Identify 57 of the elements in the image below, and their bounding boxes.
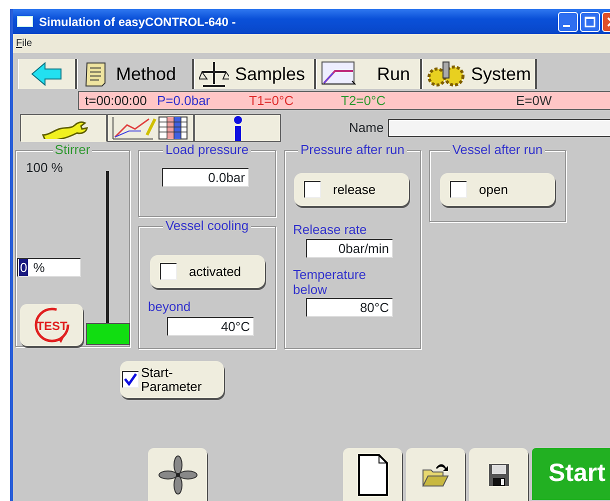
stirrer-input[interactable]: 0 % <box>17 258 81 276</box>
back-arrow-icon <box>30 61 64 87</box>
tab[interactable] <box>194 114 281 142</box>
slider-thumb[interactable] <box>86 323 130 345</box>
document-icon <box>356 452 388 496</box>
name-label: Name <box>349 119 384 138</box>
tab[interactable]: System <box>422 59 537 89</box>
group-title: Vessel cooling <box>163 218 251 234</box>
gears-icon <box>427 60 465 88</box>
temperature-field[interactable]: 40°C <box>167 317 254 336</box>
checkbox[interactable] <box>160 263 177 280</box>
group-title: Load pressure <box>163 142 251 158</box>
checkbox[interactable] <box>122 371 139 388</box>
new-button[interactable] <box>343 448 402 501</box>
status-text: E=0W <box>516 92 553 110</box>
maximize-button[interactable] <box>580 12 600 32</box>
status-text: t=00:00:00 <box>85 92 148 110</box>
name-field[interactable] <box>388 119 610 137</box>
checkbox[interactable] <box>304 181 321 198</box>
floppy-icon <box>488 462 510 486</box>
minimize-button[interactable] <box>558 12 578 32</box>
status-text: T2=0°C <box>341 92 387 110</box>
open-button[interactable] <box>406 448 465 501</box>
tab[interactable] <box>20 114 107 142</box>
max-label: 100 % <box>26 159 63 177</box>
status-text: T1=0°C <box>249 92 295 110</box>
ramp-chart-icon <box>321 61 357 87</box>
open-toggle[interactable]: open <box>440 173 555 206</box>
test-button[interactable]: TEST <box>20 304 83 346</box>
rate-field[interactable]: 0bar/min <box>306 239 393 258</box>
chart-table-icon <box>110 115 190 141</box>
folder-icon <box>422 462 450 488</box>
fan-button[interactable] <box>148 448 207 501</box>
checkbox[interactable] <box>450 181 467 198</box>
temperature-field[interactable]: 80°C <box>306 298 393 317</box>
minimize-icon <box>562 24 570 26</box>
back-tab[interactable] <box>18 59 77 89</box>
release-rate-label: Release rate <box>293 222 367 237</box>
activated-toggle[interactable]: activated <box>150 255 265 288</box>
save-button[interactable] <box>469 448 528 501</box>
tab[interactable]: Method <box>77 59 194 89</box>
tab[interactable] <box>107 114 194 142</box>
temperature-label: Temperature below <box>293 267 367 297</box>
menu-item[interactable]: File <box>16 36 32 51</box>
release-toggle[interactable]: release <box>294 173 409 206</box>
pressure-field[interactable]: 0.0bar <box>162 168 249 187</box>
status-text: P=0.0bar <box>157 92 212 110</box>
window-title: Simulation of easyCONTROL-640 - <box>39 14 236 30</box>
start-parameter-toggle[interactable]: Start-Parameter <box>120 361 224 398</box>
window-icon <box>17 16 33 27</box>
maximize-icon <box>584 16 596 28</box>
info-icon <box>232 115 244 141</box>
beyond-label: beyond <box>148 299 191 314</box>
fan-icon <box>158 454 198 494</box>
scale-icon <box>199 60 229 88</box>
tab[interactable]: Run <box>316 59 422 89</box>
tab[interactable]: Samples <box>194 59 316 89</box>
